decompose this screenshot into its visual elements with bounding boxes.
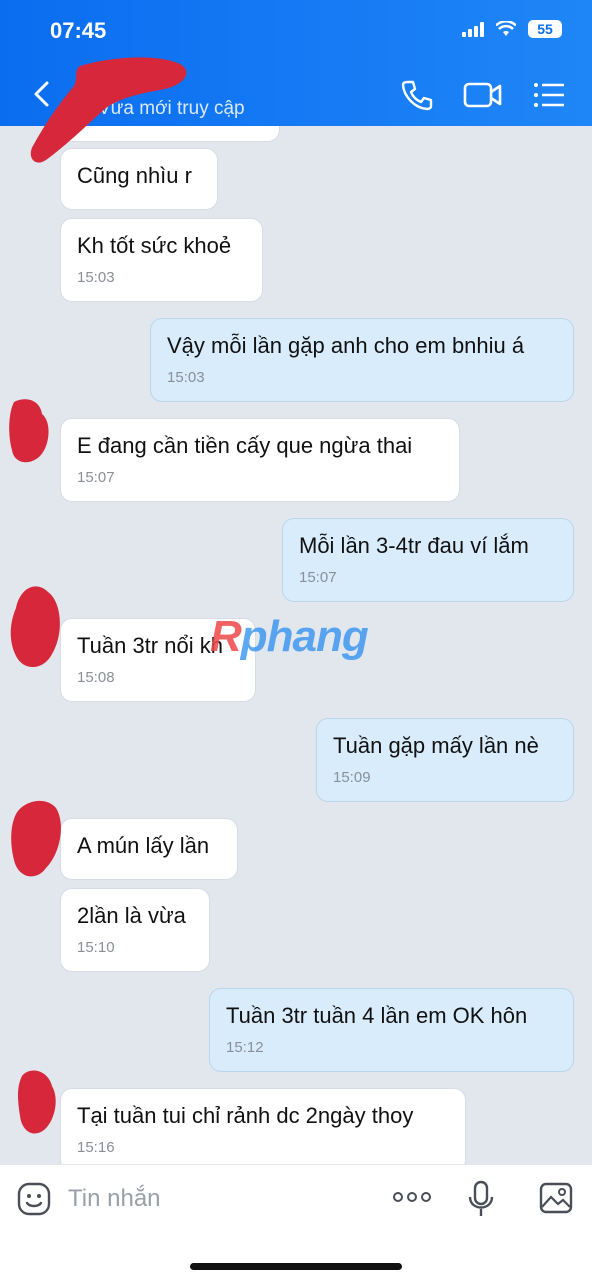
message-text: Kh tốt sức khoẻ bbox=[77, 233, 232, 258]
home-indicator bbox=[190, 1263, 402, 1270]
message-text: Tuần gặp mấy lần nè bbox=[333, 733, 539, 758]
message-time: 15:03 bbox=[167, 369, 205, 386]
watermark-logo: Rphang bbox=[210, 612, 369, 662]
message-text: Mỗi lần 3-4tr đau ví lắm bbox=[299, 533, 529, 558]
message-time: 15:07 bbox=[77, 469, 115, 486]
video-icon[interactable] bbox=[462, 78, 504, 112]
message-time: 15:10 bbox=[77, 939, 115, 956]
message-input[interactable]: Tin nhắn bbox=[68, 1185, 161, 1213]
status-time: 07:45 bbox=[50, 18, 107, 43]
message-text: E đang cần tiền cấy que ngừa thai bbox=[77, 433, 413, 458]
image-icon[interactable] bbox=[538, 1181, 574, 1215]
avatar-redaction bbox=[10, 586, 60, 668]
message-bubble-incoming: Tại tuần tui chỉ rảnh dc 2ngày thoy 15:1… bbox=[60, 1088, 466, 1164]
message-bubble-incoming: 2lần là vừa 15:10 bbox=[60, 888, 210, 972]
message-bubble-incoming: E đang cần tiền cấy que ngừa thai 15:07 bbox=[60, 418, 460, 502]
mic-icon[interactable] bbox=[466, 1179, 496, 1219]
watermark-text: phang bbox=[240, 612, 369, 661]
more-icon[interactable] bbox=[392, 1189, 432, 1205]
message-time: 15:09 bbox=[333, 769, 371, 786]
input-bar: Tin nhắn bbox=[0, 1164, 592, 1281]
phone-icon[interactable] bbox=[400, 78, 434, 112]
wifi-icon bbox=[496, 21, 516, 36]
message-bubble-incoming: Kh tốt sức khoẻ 15:03 bbox=[60, 218, 263, 302]
message-text: Tuần 3tr tuần 4 lần em OK hôn bbox=[226, 1003, 528, 1028]
signal-icon bbox=[462, 21, 484, 37]
battery-indicator: 55 bbox=[528, 20, 562, 38]
message-text: 2lần là vừa bbox=[77, 903, 186, 928]
message-bubble-outgoing: Tuần 3tr tuần 4 lần em OK hôn 15:12 bbox=[209, 988, 574, 1072]
message-text: Vậy mỗi lần gặp anh cho em bnhiu á bbox=[167, 333, 525, 358]
message-bubble-outgoing: Vậy mỗi lần gặp anh cho em bnhiu á 15:03 bbox=[150, 318, 574, 402]
name-redaction bbox=[30, 57, 187, 163]
avatar-redaction bbox=[11, 800, 61, 877]
message-bubble-incoming: A mún lấy lần bbox=[60, 818, 238, 880]
message-text: Tại tuần tui chỉ rảnh dc 2ngày thoy bbox=[77, 1103, 414, 1128]
message-bubble-outgoing: Mỗi lần 3-4tr đau ví lắm 15:07 bbox=[282, 518, 574, 602]
message-time: 15:08 bbox=[77, 669, 115, 686]
message-bubble-outgoing: Tuần gặp mấy lần nè 15:09 bbox=[316, 718, 574, 802]
avatar-redaction bbox=[18, 1070, 56, 1134]
watermark-first-letter: R bbox=[210, 612, 242, 661]
emoji-icon[interactable] bbox=[16, 1181, 52, 1217]
message-time: 15:07 bbox=[299, 569, 337, 586]
status-icons: 55 bbox=[462, 20, 562, 38]
message-time: 15:16 bbox=[77, 1139, 115, 1156]
avatar-redaction bbox=[9, 399, 49, 463]
menu-icon[interactable] bbox=[532, 78, 566, 112]
message-time: 15:12 bbox=[226, 1039, 264, 1056]
message-text: A mún lấy lần bbox=[77, 833, 210, 858]
message-time: 15:03 bbox=[77, 269, 115, 286]
